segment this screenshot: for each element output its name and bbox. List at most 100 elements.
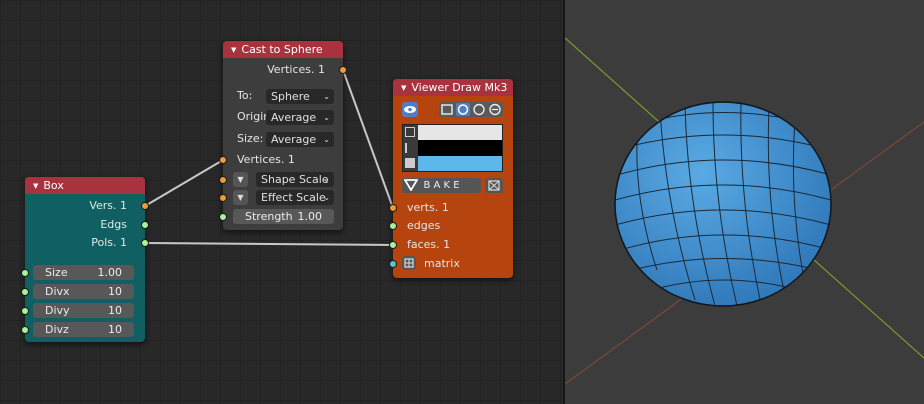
box-node-header[interactable]: ▼ Box — [25, 177, 145, 194]
input-vertices-label: Vertices. 1 — [237, 153, 295, 166]
size-field[interactable]: Size 1.00 — [33, 265, 134, 280]
to-value: Sphere — [271, 90, 310, 103]
shape-scale-toggle[interactable]: ▼ — [233, 172, 248, 187]
box-node-title: Box — [43, 179, 64, 192]
divy-field[interactable]: Divy 10 — [33, 303, 134, 318]
divz-value: 10 — [108, 323, 122, 336]
link-icon — [489, 103, 501, 116]
edge-color-swatch[interactable] — [418, 140, 502, 156]
socket-edgs-output[interactable] — [141, 221, 149, 229]
effect-scale-toggle[interactable]: ▼ — [233, 190, 248, 205]
divz-label: Divz — [45, 323, 69, 336]
socket-vertices-output[interactable] — [339, 66, 347, 74]
vertex-icon — [405, 127, 415, 137]
sphere-mesh — [614, 101, 832, 307]
face-color-swatch[interactable] — [418, 156, 502, 171]
size-value: 1.00 — [97, 266, 123, 279]
socket-shape-scale-input[interactable] — [219, 176, 227, 184]
extra-options-button[interactable] — [485, 178, 503, 193]
edge-icon — [405, 143, 415, 153]
chevron-down-icon: ⌄ — [323, 135, 330, 144]
chevron-down-icon: ▼ — [237, 193, 244, 202]
triangle-icon — [404, 179, 418, 191]
link-box-vers-to-cast — [144, 159, 224, 207]
size-dropdown[interactable]: Average ⌄ — [266, 132, 334, 147]
node-editor[interactable]: ▼ Box Vers. 1 Edgs Pols. 1 Size 1.00 Divx… — [0, 0, 563, 404]
3d-viewport[interactable] — [565, 0, 924, 404]
face-icon — [405, 158, 415, 168]
strength-label: Strength — [245, 210, 293, 223]
matrix-toggle-button[interactable] — [402, 256, 416, 270]
divx-value: 10 — [108, 285, 122, 298]
socket-matrix-input[interactable] — [389, 260, 397, 268]
viewport-scene — [565, 37, 924, 385]
bake-label: B A K E — [423, 180, 460, 191]
to-dropdown[interactable]: Sphere ⌄ — [266, 89, 334, 104]
chevron-down-icon: ⌄ — [323, 113, 330, 122]
cast-to-sphere-node[interactable]: ▼ Cast to Sphere Vertices. 1 To: Sphere ⌄ … — [219, 41, 347, 230]
matrix-icon — [404, 258, 414, 268]
to-label: To: — [237, 89, 253, 102]
link-cast-to-viewer-verts — [342, 69, 394, 209]
divz-field[interactable]: Divz 10 — [33, 322, 134, 337]
collapse-triangle-icon[interactable]: ▼ — [401, 84, 406, 92]
box-node[interactable]: ▼ Box Vers. 1 Edgs Pols. 1 Size 1.00 Divx… — [21, 177, 149, 342]
socket-vertices-input[interactable] — [219, 156, 227, 164]
vertex-color-swatch[interactable] — [418, 125, 502, 140]
sphere-icon — [473, 103, 485, 116]
viewer-draw-node[interactable]: ▼ Viewer Draw Mk3 B A K E verts. 1 edges… — [389, 79, 513, 278]
socket-vers-output[interactable] — [141, 202, 149, 210]
effect-scale-dropdown[interactable]: Effect Scale ⌄ — [256, 190, 334, 205]
origin-dropdown[interactable]: Average ⌄ — [266, 110, 334, 125]
divy-label: Divy — [45, 304, 70, 317]
socket-verts-input[interactable] — [389, 204, 397, 212]
input-faces-label: faces. 1 — [407, 238, 451, 251]
collapse-triangle-icon[interactable]: ▼ — [33, 182, 38, 190]
chevron-down-icon: ⌄ — [323, 92, 330, 101]
strength-value: 1.00 — [297, 210, 323, 223]
color-swatches — [402, 124, 503, 172]
input-matrix-label: matrix — [424, 257, 460, 270]
link-box-pols-to-viewer-faces — [144, 242, 394, 246]
socket-divx-input[interactable] — [21, 288, 29, 296]
socket-strength-input[interactable] — [219, 213, 227, 221]
strength-field[interactable]: Strength 1.00 — [233, 209, 334, 224]
divx-label: Divx — [45, 285, 70, 298]
viewer-node-title: Viewer Draw Mk3 — [411, 81, 508, 94]
cast-node-title: Cast to Sphere — [241, 43, 323, 56]
size-value: Average — [271, 133, 317, 146]
effect-scale-label: Effect Scale — [261, 191, 326, 204]
eye-toggle-button[interactable] — [402, 102, 418, 117]
socket-divz-input[interactable] — [21, 326, 29, 334]
chevron-down-icon: ⌄ — [323, 193, 330, 202]
divx-field[interactable]: Divx 10 — [33, 284, 134, 299]
socket-effect-scale-input[interactable] — [219, 194, 227, 202]
divy-value: 10 — [108, 304, 122, 317]
display-mode-group — [439, 102, 503, 117]
eye-icon — [404, 106, 416, 113]
shape-scale-label: Shape Scale — [261, 173, 329, 186]
circle-icon — [456, 103, 470, 116]
socket-divy-input[interactable] — [21, 307, 29, 315]
output-edgs: Edgs — [100, 218, 127, 231]
output-vertices: Vertices. 1 — [267, 63, 325, 76]
socket-faces-input[interactable] — [389, 241, 397, 249]
fit-icon — [488, 180, 500, 191]
viewer-node-header[interactable]: ▼ Viewer Draw Mk3 — [393, 79, 513, 96]
input-verts-label: verts. 1 — [407, 201, 449, 214]
shape-scale-dropdown[interactable]: Shape Scale ⌄ — [256, 172, 334, 187]
bake-button[interactable]: B A K E — [402, 178, 481, 193]
collapse-triangle-icon[interactable]: ▼ — [231, 46, 236, 54]
output-pols: Pols. 1 — [91, 236, 127, 249]
cube-icon — [441, 104, 453, 115]
output-vers: Vers. 1 — [89, 199, 127, 212]
socket-edges-input[interactable] — [389, 222, 397, 230]
cast-node-header[interactable]: ▼ Cast to Sphere — [223, 41, 343, 58]
socket-pols-output[interactable] — [141, 239, 149, 247]
size-label: Size — [45, 266, 68, 279]
socket-size-input[interactable] — [21, 269, 29, 277]
chevron-down-icon: ⌄ — [323, 175, 330, 184]
size-label: Size: — [237, 132, 264, 145]
chevron-down-icon: ▼ — [237, 175, 244, 184]
origin-value: Average — [271, 111, 317, 124]
